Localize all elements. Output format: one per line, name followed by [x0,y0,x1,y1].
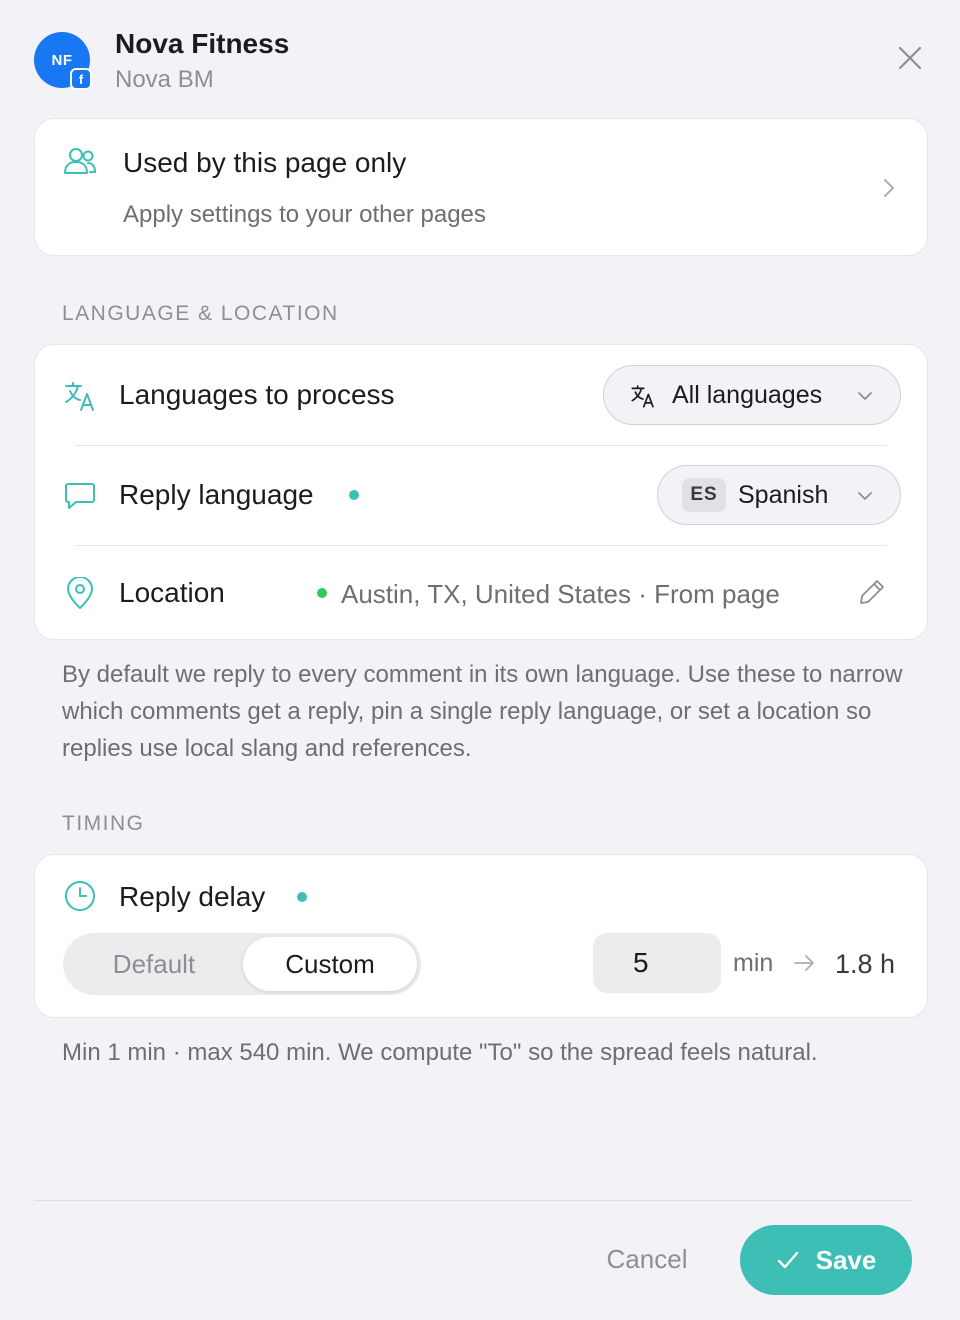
delay-input[interactable] [593,933,721,993]
translate-icon [631,385,654,408]
cancel-button[interactable]: Cancel [572,1226,722,1292]
location-pin-icon [67,577,93,609]
section-label-language: LANGUAGE & LOCATION [62,302,339,325]
scope-title: Used by this page only [123,147,407,178]
status-dot [349,490,359,500]
arrow-right-icon [794,955,814,971]
chat-bubble-icon [65,483,95,509]
chevron-right-icon [884,179,894,197]
divider [75,445,887,446]
language-code-badge: ES [682,478,726,512]
status-dot [317,588,327,598]
timing-card: Reply delay Default Custom min 1.8 h [34,854,928,1018]
scope-card[interactable]: Used by this page only Apply settings to… [34,118,928,256]
save-button[interactable]: Save [740,1225,912,1295]
language-description: By default we reply to every comment in … [62,661,903,762]
languages-value: All languages [672,381,823,409]
mode-default-button[interactable]: Default [67,937,241,991]
close-icon[interactable] [894,42,926,74]
mode-custom-button[interactable]: Custom [243,937,417,991]
users-icon [64,148,97,174]
location-value: Austin, TX, United States · From page [341,579,780,609]
header: NF f Nova Fitness Nova BM [34,28,926,98]
footer-divider [34,1200,912,1201]
reply-delay-label: Reply delay [119,881,266,912]
scope-subtitle: Apply settings to your other pages [123,201,486,228]
chevron-down-icon [858,392,872,400]
delay-mode-toggle: Default Custom [63,933,421,995]
to-value: 1.8 h [835,949,896,979]
translate-icon [65,382,94,411]
unit-label: min [733,949,774,977]
chevron-down-icon [858,492,872,500]
reply-language-value: Spanish [738,481,829,509]
reply-language-label: Reply language [119,479,314,510]
page-title: Nova Fitness [115,28,290,59]
languages-label: Languages to process [119,379,395,410]
facebook-icon: f [70,68,92,90]
status-dot [297,892,307,902]
save-label: Save [815,1244,877,1275]
clock-icon [65,881,95,911]
divider [75,545,887,546]
section-label-timing: TIMING [62,812,145,835]
languages-dropdown[interactable]: All languages [603,365,901,425]
timing-description: Min 1 min · max 540 min. We compute "To"… [62,1039,818,1066]
language-card: Languages to process All languages Reply… [34,344,928,640]
page-subtitle: Nova BM [115,66,214,93]
location-label: Location [119,577,225,608]
check-icon [777,1251,798,1269]
pencil-icon[interactable] [857,577,887,607]
reply-language-dropdown[interactable]: ES Spanish [657,465,901,525]
